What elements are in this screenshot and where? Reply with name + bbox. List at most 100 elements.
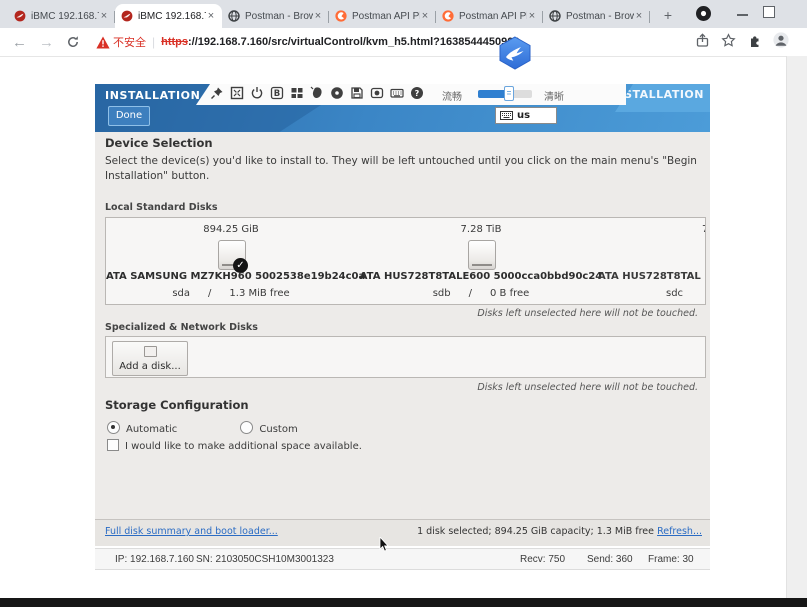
tab-search-button[interactable] (696, 6, 711, 21)
bookmark-star-icon[interactable] (721, 33, 736, 48)
status-sn: SN: 2103050CSH10M3001323 (196, 554, 334, 565)
kvm-status-bar: IP: 192.168.7.160 SN: 2103050CSH10M30013… (95, 548, 710, 570)
selection-summary: 1 disk selected; 894.25 GiB capacity; 1.… (417, 526, 654, 537)
network-disks-label: Specialized & Network Disks (105, 322, 258, 333)
tab-label: iBMC 192.168.7.16 (138, 11, 206, 22)
disk-free: 1.3 MiB free (229, 288, 289, 299)
tab-ibmc-1[interactable]: iBMC 192.168.7.16 × (8, 4, 115, 28)
pin-icon[interactable] (210, 86, 224, 100)
radio-automatic[interactable] (107, 421, 120, 434)
disk-dev: sda (172, 288, 190, 299)
fullscreen-icon[interactable] (230, 86, 244, 100)
tab-close-icon[interactable]: × (206, 10, 216, 22)
status-recv: Recv: 750 (520, 554, 565, 565)
thunder-download-icon[interactable] (497, 36, 533, 70)
window-minimize-button[interactable] (737, 14, 748, 16)
quality-sharp-label: 清晰 (544, 88, 564, 103)
disk-sdb[interactable]: 7.28 TiB ATA HUS728T8TALE600 5000cca0bbd… (356, 218, 606, 304)
tab-close-icon[interactable]: × (527, 10, 537, 22)
add-disk-button[interactable]: Add a disk... (112, 341, 188, 376)
globe-favicon (228, 10, 240, 22)
storage-config-heading: Storage Configuration (105, 398, 249, 412)
additional-space-checkbox[interactable] (107, 439, 119, 451)
installer-banner-right: STALLATION (615, 84, 710, 112)
installer-bottom-bar: Full disk summary and boot loader... 1 d… (95, 519, 710, 546)
screen: iBMC 192.168.7.16 × iBMC 192.168.7.16 × … (0, 0, 807, 607)
disk-sda[interactable]: 894.25 GiB ✓ ATA SAMSUNG MZ7KH960 500253… (106, 218, 356, 304)
quality-slider-handle[interactable] (504, 86, 514, 101)
mini-disk-icon (144, 346, 157, 357)
device-selection-description: Select the device(s) you'd like to insta… (105, 154, 705, 184)
unselected-note-2: Disks left unselected here will not be t… (477, 382, 698, 393)
done-button[interactable]: Done (108, 106, 150, 126)
power-icon[interactable] (250, 86, 264, 100)
svg-text:?: ? (415, 89, 420, 98)
disk-drive-icon (468, 240, 496, 270)
tab-postman-api-2[interactable]: Postman API Platfo × (436, 4, 543, 28)
tab-postman-api-1[interactable]: Postman API Platfo × (329, 4, 436, 28)
address-url[interactable]: https://192.168.7.160/src/virtualControl… (161, 36, 519, 48)
reload-icon[interactable] (66, 35, 80, 49)
svg-text:B: B (274, 89, 280, 99)
tab-close-icon[interactable]: × (313, 10, 323, 22)
profile-avatar[interactable] (773, 32, 789, 48)
tab-postman-browse-2[interactable]: Postman - Browse × (543, 4, 650, 28)
browser-tabstrip: iBMC 192.168.7.16 × iBMC 192.168.7.16 × … (0, 0, 807, 28)
additional-space-label: I would like to make additional space av… (125, 441, 362, 452)
help-icon[interactable]: ? (410, 86, 424, 100)
disk-name: ATA HUS728T8TALE600 5000cca0bbd90c24 (356, 271, 606, 282)
window-maximize-button[interactable] (763, 6, 775, 18)
device-selection-heading: Device Selection (105, 136, 213, 150)
tab-close-icon[interactable]: × (634, 10, 644, 22)
add-disk-label: Add a disk... (113, 361, 187, 372)
tiles-icon[interactable] (290, 86, 304, 100)
disk-size: 7.28 TiB (356, 224, 606, 235)
full-disk-summary-link[interactable]: Full disk summary and boot loader... (105, 526, 278, 537)
disk-sdc-name-partial: ATA HUS728T8TAL (598, 271, 701, 282)
quality-slider[interactable] (478, 90, 532, 98)
mouse-icon[interactable] (310, 86, 324, 100)
keyboard-layout-indicator[interactable]: us (495, 107, 557, 124)
browser-toolbar: ← → 不安全 | https://192.168.7.160/src/virt… (0, 28, 807, 57)
refresh-link[interactable]: Refresh... (657, 526, 702, 537)
globe-favicon (549, 10, 561, 22)
tab-label: iBMC 192.168.7.16 (31, 11, 99, 22)
status-ip: IP: 192.168.7.160 (115, 554, 194, 565)
kvm-toolbar: B ? 流畅 清晰 (196, 84, 626, 105)
tab-ibmc-2-active[interactable]: iBMC 192.168.7.16 × (115, 4, 222, 28)
disk-sep: / (208, 288, 211, 299)
tab-label: Postman - Browse (245, 11, 313, 22)
tab-close-icon[interactable]: × (99, 10, 109, 22)
tab-label: Postman - Browse (566, 11, 634, 22)
back-icon[interactable]: ← (12, 34, 27, 51)
forward-icon[interactable]: → (39, 34, 54, 51)
disk-dev: sdb (433, 288, 451, 299)
screen-bottom-edge (0, 598, 807, 607)
security-warning-label[interactable]: 不安全 (113, 34, 146, 50)
tab-close-icon[interactable]: × (420, 10, 430, 22)
tab-label: Postman API Platfo (352, 11, 420, 22)
share-icon[interactable] (695, 33, 710, 48)
disc-icon[interactable] (330, 86, 344, 100)
keyboard-icon[interactable] (390, 86, 404, 100)
radio-custom[interactable] (240, 421, 253, 434)
keyboard-icon (500, 111, 513, 120)
postman-favicon (335, 10, 347, 22)
url-path: ://192.168.7.160/src/virtualControl/kvm_… (188, 36, 519, 48)
key-b-icon[interactable]: B (270, 86, 284, 100)
quality-smooth-label: 流畅 (442, 88, 462, 103)
address-divider: | (152, 35, 155, 49)
tab-postman-browse-1[interactable]: Postman - Browse × (222, 4, 329, 28)
disk-name: ATA SAMSUNG MZ7KH960 5002538e19b24c0a (106, 271, 356, 282)
status-frame: Frame: 30 (648, 554, 694, 565)
new-tab-button[interactable]: + (658, 6, 678, 26)
tab-divider (649, 11, 650, 23)
disk-free: 0 B free (490, 288, 529, 299)
record-icon[interactable] (370, 86, 384, 100)
security-warning-icon[interactable] (96, 36, 110, 49)
page-scrollbar-region[interactable] (786, 56, 807, 598)
extensions-puzzle-icon[interactable] (747, 33, 762, 48)
save-icon[interactable] (350, 86, 364, 100)
disk-size: 894.25 GiB (106, 224, 356, 235)
installer-content: Device Selection Select the device(s) yo… (95, 132, 710, 545)
